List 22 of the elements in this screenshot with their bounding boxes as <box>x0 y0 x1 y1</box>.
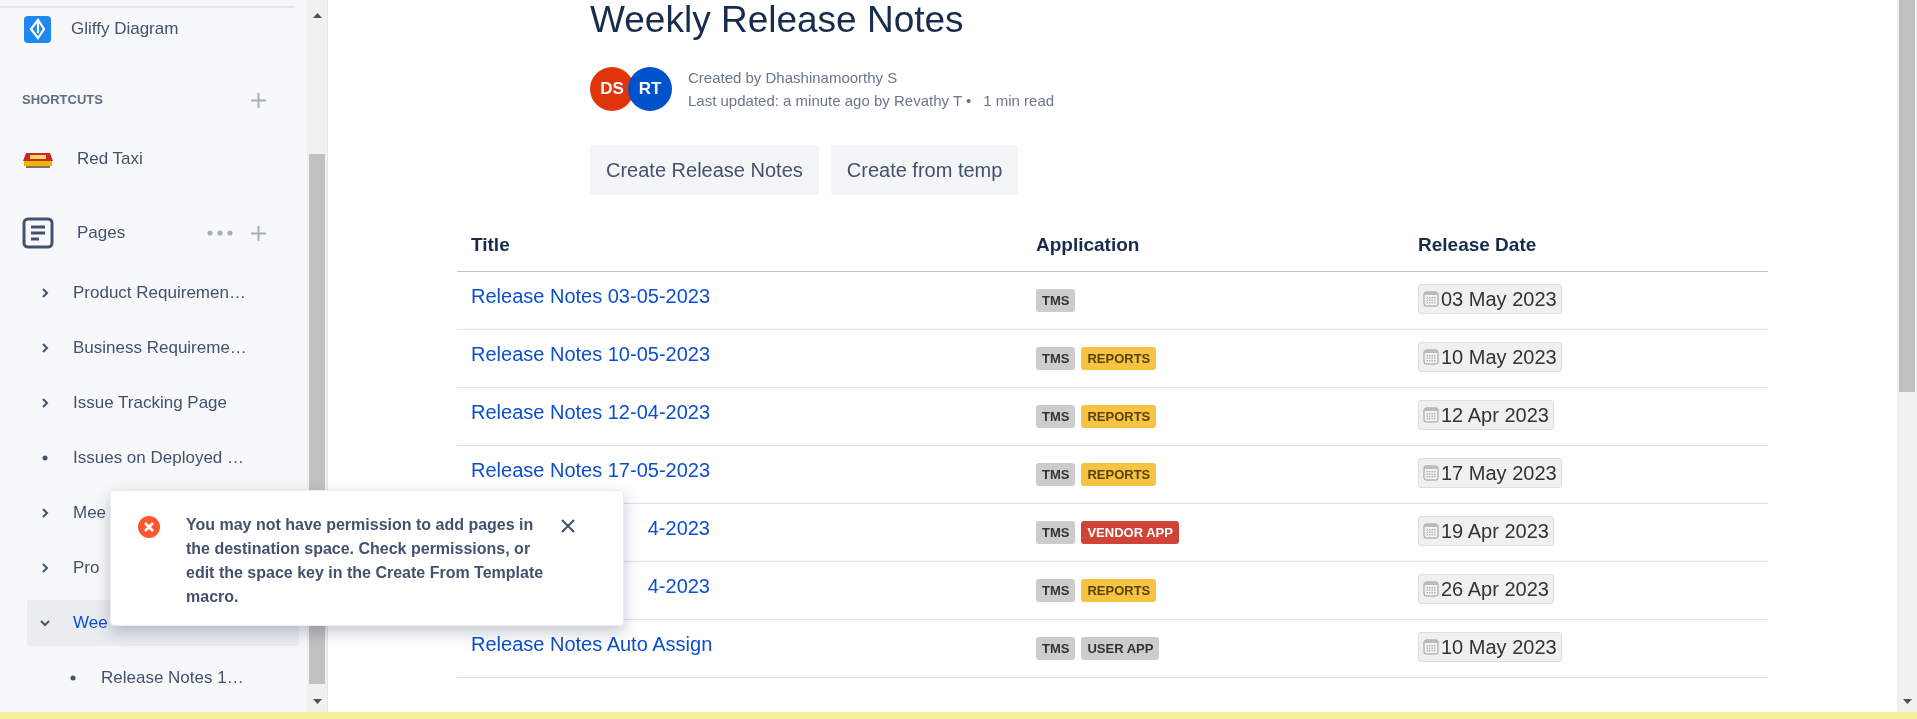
status-lozenge: REPORTS <box>1081 462 1157 486</box>
status-lozenge: TMS <box>1036 520 1076 544</box>
toast-message: You may not have permission to add pages in the destination space. Check permissions, or edit the space key in the Create From Template macro. <box>186 515 545 607</box>
column-header: Title <box>471 233 510 255</box>
status-lozenge: TMS <box>1036 578 1076 602</box>
created-by-text: Created by Dhashinamoorthy S <box>688 68 899 88</box>
column-header: Application <box>1036 233 1140 255</box>
status-lozenge: VENDOR APP <box>1081 520 1179 544</box>
status-lozenge: REPORTS <box>1081 404 1157 428</box>
status-lozenge: TMS <box>1036 636 1076 660</box>
status-lozenge: TMS <box>1036 288 1076 312</box>
status-lozenge: TMS <box>1036 346 1076 370</box>
status-lozenge: REPORTS <box>1081 346 1157 370</box>
status-lozenge: USER APP <box>1081 636 1160 660</box>
status-lozenge: TMS <box>1036 404 1076 428</box>
last-updated-text: Last updated: a minute ago by Revathy T • <box>688 91 972 111</box>
section-heading: SHORTCUTS <box>22 91 103 110</box>
column-header: Release Date <box>1418 233 1537 255</box>
status-lozenge: TMS <box>1036 462 1076 486</box>
status-lozenge: REPORTS <box>1081 578 1157 602</box>
read-time-text: 1 min read <box>983 91 1055 111</box>
page-title: Weekly Release Notes <box>590 0 965 42</box>
